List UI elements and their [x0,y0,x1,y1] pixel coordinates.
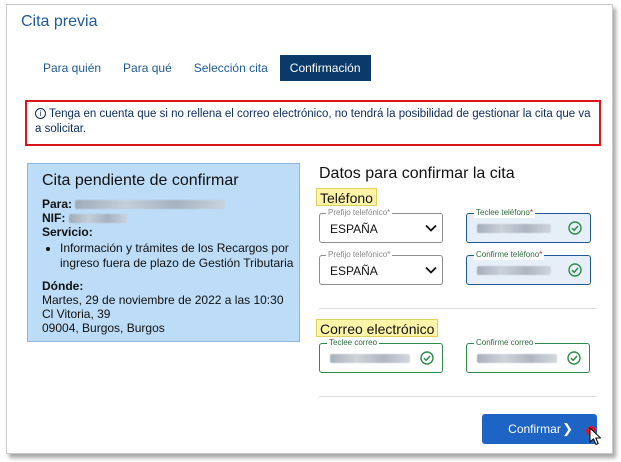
nif-label: NIF: [42,211,66,225]
phone-input[interactable]: Teclee teléfono* [466,208,591,243]
tab-confirmacion[interactable]: Confirmación [279,55,371,81]
redacted-nif [68,214,127,223]
info-icon: i [35,108,46,119]
step-tabs: Para quién Para qué Selección cita Confi… [33,55,373,81]
confirm-phone-label: Confirme teléfono [476,250,540,259]
check-circle-icon [568,263,582,277]
prefix-value-1: ESPAÑA [330,222,378,236]
confirm-email-input[interactable]: Confirme correo [466,338,590,373]
email-label: Teclee correo [327,338,380,348]
redacted-confirm-email [477,354,557,363]
chevron-down-icon [425,224,437,232]
prefix-select-2[interactable]: Prefijo telefónico* ESPAÑA [319,250,443,285]
form-title: Datos para confirmar la cita [319,165,515,182]
email-input[interactable]: Teclee correo [319,338,443,373]
alert-text: Tenga en cuenta que si no rellena el cor… [35,108,591,135]
redacted-name [75,200,226,209]
tab-seleccion-cita[interactable]: Selección cita [184,55,278,81]
confirm-button-label: Confirmar [508,422,561,436]
tab-para-que[interactable]: Para qué [113,55,182,81]
phone-label: Teclee teléfono [476,208,530,217]
chevron-down-icon [425,266,437,274]
confirm-phone-input[interactable]: Confirme teléfono* [466,250,591,285]
chevron-right-icon: ❯ [562,421,573,436]
section-divider [319,396,597,397]
appointment-street: Cl Vitoria, 39 [42,307,111,321]
appointment-datetime: Martes, 29 de noviembre de 2022 a las 10… [42,293,284,307]
telefono-heading: Teléfono [316,188,377,206]
prefix-label-1: Prefijo telefónico [328,208,388,217]
confirm-email-label: Confirme correo [474,338,536,348]
check-circle-icon [567,351,581,365]
servicio-label: Servicio: [42,225,93,239]
service-list: Información y trámites de los Recargos p… [42,241,299,271]
email-warning-alert: i Tenga en cuenta que si no rellena el co… [25,100,601,146]
section-divider [319,308,597,309]
redacted-email [330,354,410,363]
mouse-pointer-icon [586,426,602,446]
donde-label: Dónde: [42,279,84,293]
check-circle-icon [420,351,434,365]
check-circle-icon [568,221,582,235]
prefix-select-1[interactable]: Prefijo telefónico* ESPAÑA [319,208,443,243]
para-label: Para: [42,197,73,211]
prefix-value-2: ESPAÑA [330,264,378,278]
appointment-city: 09004, Burgos, Burgos [42,321,165,335]
redacted-phone [477,224,551,233]
confirm-button[interactable]: Confirmar ❯ [482,414,597,444]
summary-title: Cita pendiente de confirmar [42,172,239,189]
page-title: Cita previa [21,13,98,30]
appointment-summary: Cita pendiente de confirmar Para: NIF: S… [27,163,300,342]
redacted-confirm-phone [477,266,551,275]
service-item: Información y trámites de los Recargos p… [60,241,299,271]
tab-para-quien[interactable]: Para quién [33,55,111,81]
app-window: Cita previa Para quién Para qué Selecció… [6,4,613,454]
prefix-label-2: Prefijo telefónico [328,250,388,259]
correo-heading: Correo electrónico [316,319,439,337]
